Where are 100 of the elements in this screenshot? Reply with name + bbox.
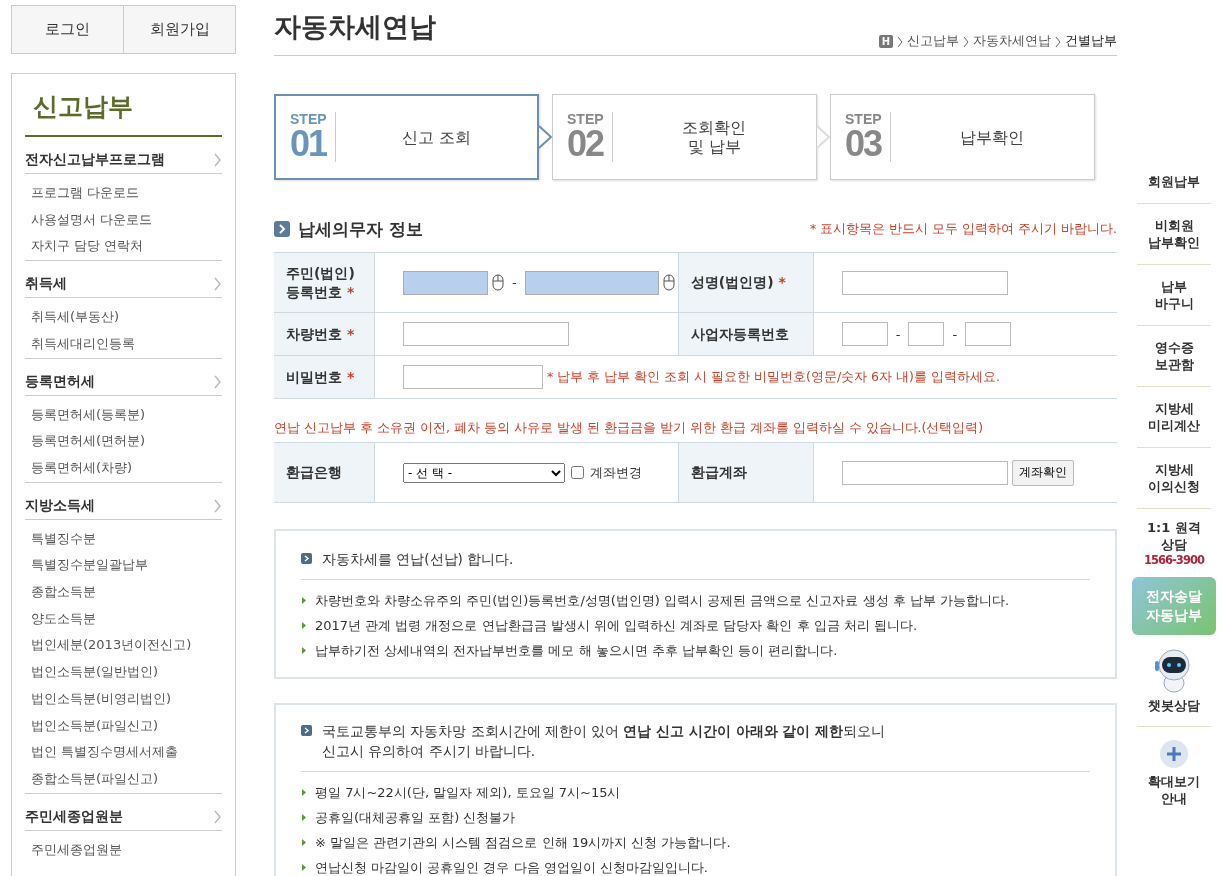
refund-note: 연납 신고납부 후 소유권 이전, 폐차 등의 사유로 발생 된 환급금을 받기 위한 환급 계좌를 입력하실 수 있습니다.(선택입력) — [274, 420, 985, 437]
sidebar-item[interactable]: 종합소득분 — [31, 579, 222, 606]
sidebar-item[interactable]: 법인세분(2013년이전신고) — [31, 632, 222, 660]
sidebar-item[interactable]: 등록면허세(차량) — [31, 454, 222, 482]
step-label: STEP — [290, 112, 327, 126]
section-title: 납세의무자 정보 — [298, 217, 423, 241]
bank-select[interactable]: - 선 택 - — [403, 462, 565, 483]
input-field[interactable] — [403, 322, 569, 346]
sidebar-item[interactable]: 법인소득분(일반법인) — [31, 659, 222, 686]
bullet-icon — [301, 838, 307, 847]
dash-separator: - — [951, 326, 959, 342]
sidebar-group[interactable]: 취득세 — [25, 275, 67, 294]
checkbox-label[interactable]: 계좌변경 — [590, 463, 642, 482]
quick-menu-link[interactable]: 챗봇상담 — [1137, 693, 1211, 727]
sidebar-item[interactable]: 사용설명서 다운로드 — [31, 206, 222, 234]
sidebar-item[interactable]: 주민세종업원분 — [31, 836, 222, 864]
home-icon[interactable]: H — [878, 35, 893, 48]
quick-menu-link[interactable]: 회원납부 — [1137, 160, 1211, 204]
secure-input-field[interactable] — [524, 270, 659, 295]
quick-menu-link[interactable]: 납부 바구니 — [1137, 265, 1211, 326]
input-field[interactable] — [403, 365, 543, 389]
arrow-icon — [301, 553, 312, 564]
bullet-icon — [301, 863, 307, 872]
sidebar-item[interactable]: 특별징수분일괄납부 — [31, 552, 222, 580]
sidebar-item[interactable]: 취득세대리인등록 — [31, 330, 222, 358]
hint-text: * 납부 후 납부 확인 조회 시 필요한 비밀번호(영문/숫자 6자 내)를 입력하세요. — [547, 368, 1000, 386]
sidebar-item[interactable]: 자치구 담당 연락처 — [31, 233, 222, 261]
breadcrumb-link[interactable]: 자동차세연납 — [973, 33, 1051, 50]
account-check-button[interactable]: 계좌확인 — [1011, 459, 1074, 486]
info-text: 2017년 관계 법령 개정으로 연납환급금 발생시 위에 입력하신 계좌로 담당자 확인 후 입금 처리 됩니다. — [315, 617, 918, 635]
input-field[interactable] — [841, 460, 1008, 485]
step-number: 01 — [290, 126, 327, 162]
info-text: 평일 7시~22시(단, 말일자 제외), 토요일 7시~15시 — [315, 784, 621, 802]
sidebar-item[interactable]: 양도소득분 — [31, 605, 222, 633]
sidebar-item[interactable]: 프로그램 다운로드 — [31, 180, 222, 207]
field-label: 차량번호 * — [274, 312, 375, 356]
step-number: 03 — [845, 126, 882, 162]
chevron-icon — [963, 35, 969, 48]
step-title: 조회확인 및 납부 — [681, 118, 748, 156]
info-text: ※ 말일은 관련기관의 시스템 점검으로 인해 19시까지 신청 가능합니다. — [315, 834, 731, 852]
sidebar-item[interactable]: 법인소득분(파일신고) — [31, 712, 222, 740]
step-label: STEP — [845, 112, 882, 126]
breadcrumb-link[interactable]: 신고납부 — [907, 33, 959, 50]
info-text: 연납신청 마감일이 공휴일인 경우 다음 영업일이 신청마감일입니다. — [315, 859, 708, 876]
input-field[interactable] — [841, 270, 1008, 295]
info-text: 납부하기전 상세내역의 전자납부번호를 메모 해 놓으시면 추후 납부확인 등이 편리합니다. — [315, 642, 838, 660]
sidebar-group[interactable]: 전자신고납부프로그램 — [25, 151, 165, 169]
secure-input-field[interactable] — [403, 270, 488, 295]
mouse-icon — [492, 274, 504, 291]
bullet-icon — [301, 621, 307, 630]
chevron-icon — [1055, 35, 1061, 48]
required-note: * 표시항목은 반드시 모두 입력하여 주시기 바랍니다. — [809, 220, 1117, 238]
sidebar-item[interactable]: 법인 특별징수명세서제출 — [31, 739, 222, 766]
step-number: 02 — [567, 126, 604, 162]
info-heading: 자동차세를 연납(선납) 합니다. — [322, 550, 514, 569]
arrow-icon — [301, 725, 312, 736]
sidebar-group[interactable]: 지방소득세 — [25, 496, 95, 515]
bullet-icon — [301, 788, 307, 797]
plus-icon — [1159, 739, 1189, 769]
step-title: 납부확인 — [959, 127, 1026, 147]
input-field[interactable] — [965, 322, 1012, 346]
field-label: 환급은행 — [274, 442, 375, 503]
sidebar-item[interactable]: 취득세(부동산) — [31, 304, 222, 331]
bullet-icon — [301, 646, 307, 655]
breadcrumb-link[interactable]: 건별납부 — [1065, 33, 1117, 50]
chevron-icon — [213, 276, 222, 293]
quick-menu-link[interactable]: 영수증 보관함 — [1137, 326, 1211, 387]
sidebar-item[interactable]: 법인소득분(비영리법인) — [31, 685, 222, 713]
field-label: 성명(법인명) * — [678, 252, 814, 313]
info-text: 차량번호와 차량소유주의 주민(법인)등록번호/성명(법인명) 입력시 공제된 금액으로 신고자료 생성 후 납부 가능합니다. — [315, 592, 1010, 610]
sidebar-item[interactable]: 특별징수분 — [31, 525, 222, 553]
field-label: 환급계좌 — [678, 442, 814, 503]
bullet-icon — [301, 596, 307, 605]
sidebar-group[interactable]: 등록면허세 — [25, 372, 95, 391]
dash-separator: - — [894, 326, 902, 342]
quick-menu-link[interactable]: 1:1 원격 상담 — [1137, 519, 1211, 553]
bullet-icon — [301, 813, 307, 822]
chevron-icon — [213, 497, 222, 514]
checkbox[interactable] — [571, 466, 584, 479]
quick-menu-link[interactable]: 비회원 납부확인 — [1137, 204, 1211, 265]
dash-separator: - — [511, 275, 518, 290]
quick-menu-link[interactable]: 지방세 이의신청 — [1137, 448, 1211, 509]
field-label: 사업자등록번호 — [678, 312, 814, 356]
sidebar-group[interactable]: 주민세종업원분 — [25, 807, 123, 826]
phone-number: 1566-3900 — [1144, 553, 1204, 567]
arrow-icon — [816, 125, 831, 149]
mouse-icon — [662, 274, 675, 291]
step-title: 신고 조회 — [400, 127, 472, 147]
sidebar-item[interactable]: 등록면허세(등록분) — [31, 401, 222, 429]
sidebar-item[interactable]: 종합소득분(파일신고) — [31, 765, 222, 793]
quick-menu-link[interactable]: 지방세 미리계산 — [1137, 387, 1211, 448]
sidebar-title: 신고납부 — [25, 74, 222, 137]
field-label: 주민(법인) 등록번호 * — [274, 252, 375, 313]
field-label: 비밀번호 * — [274, 355, 375, 399]
input-field[interactable] — [908, 322, 945, 346]
sidebar-item[interactable]: 등록면허세(면허분) — [31, 428, 222, 455]
input-field[interactable] — [841, 322, 888, 346]
chevron-icon — [213, 152, 222, 168]
quick-menu-link[interactable]: 확대보기 안내 — [1137, 769, 1211, 819]
step-label: STEP — [567, 112, 604, 126]
